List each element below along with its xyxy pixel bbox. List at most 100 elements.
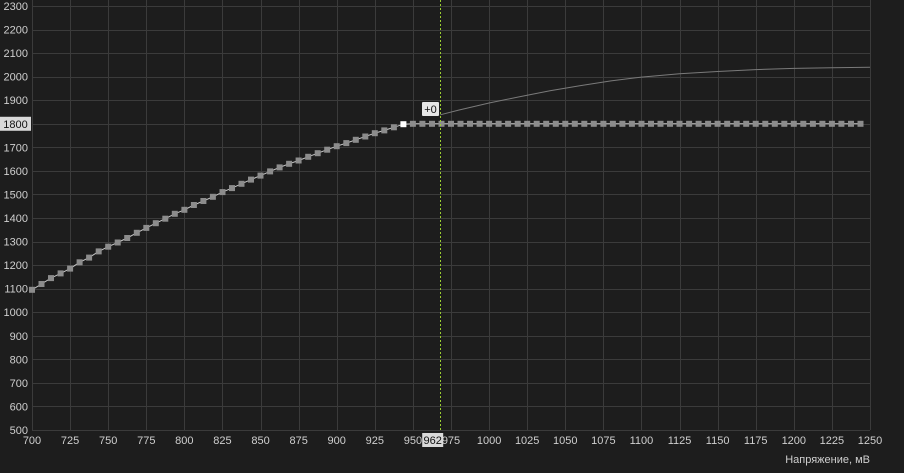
curve-point [67,265,74,272]
curve-point [400,121,407,128]
curve-point [467,120,473,127]
curve-point [714,120,721,127]
x-tick-label: 1050 [553,435,577,447]
x-tick-label: 1000 [477,435,501,447]
x-tick-label: 750 [99,435,117,447]
curve-point [809,120,816,127]
x-tick-label: 850 [251,435,269,447]
curve-point [390,124,397,131]
curve-point [819,120,826,127]
y-tick-label: 600 [10,401,28,413]
voltage-frequency-chart[interactable]: 700 725 750 775 800 825 850 875 900 925 950 975 1000… [0,0,904,468]
curve-point [76,259,83,266]
curve-point [800,120,807,127]
curve-point [571,120,578,127]
curve-point [743,120,750,127]
voltage-frequency-curve-editor[interactable]: 700 725 750 775 800 825 850 875 900 925 950 975 1000… [0,0,904,468]
curve-point [638,120,645,127]
y-tick-label: 2100 [4,48,28,60]
curve-point [181,206,188,213]
curve-point [695,120,702,127]
x-tick-label: 1125 [668,435,692,447]
curve-point [429,120,435,127]
curve-point [657,120,664,127]
curve-point [752,120,759,127]
curve-point [781,120,788,127]
curve-point [48,275,54,282]
x-tick-label: 1250 [858,435,882,447]
curve-point [57,270,64,277]
curve-point [667,120,673,127]
curve-point [362,133,369,140]
highlighted-y-label: 1800 [3,119,27,131]
curve-point [314,150,321,157]
curve-point [524,120,531,127]
curve-point [324,146,331,153]
y-tick-label: 1900 [4,95,28,107]
curve-point [95,248,102,255]
x-tick-label: 925 [366,435,384,447]
x-tick-label: 875 [289,435,307,447]
curve-point [286,160,293,167]
curve-point [305,153,312,160]
curve-point [600,120,607,127]
highlighted-x-label: 962 [424,435,442,447]
curve-point [590,120,597,127]
x-axis-title: Напряжение, мВ [785,454,870,466]
curve-point [171,210,178,217]
curve-point [200,198,207,204]
y-tick-label: 900 [10,331,28,343]
curve-point [486,120,493,127]
curve-point [476,120,483,127]
x-tick-label: 950 [404,435,422,447]
curve-point [343,140,350,147]
x-tick-label: 1225 [820,435,844,447]
curve-point [219,189,226,196]
curve-point [409,120,416,127]
y-tick-label: 1500 [4,189,28,201]
x-tick-label: 1100 [630,435,654,447]
curve-point [457,120,464,127]
x-tick-label: 975 [442,435,460,447]
curve-point [162,215,169,222]
curve-point [762,120,769,127]
y-tick-label: 1300 [4,237,28,249]
curve-point [705,120,712,127]
y-tick-label: 1400 [4,213,28,225]
y-tick-label: 1700 [4,142,28,154]
x-tick-label: 1150 [706,435,730,447]
x-tick-label: 825 [213,435,231,447]
curve-point [533,120,540,127]
curve-point [29,286,35,293]
curve-point [352,136,359,143]
curve-point [676,120,683,127]
curve-point [828,120,835,127]
curve-point [371,130,378,137]
curve-point [771,120,778,127]
curve-point [133,229,140,236]
y-tick-label: 2200 [4,25,28,37]
y-tick-label: 500 [10,425,28,437]
y-tick-label: 1100 [4,284,28,296]
y-tick-label: 800 [10,354,28,366]
curve-point [790,120,797,127]
curve-point [733,120,740,127]
curve-point [248,176,254,183]
curve-point [276,164,283,171]
curve-point [38,281,45,287]
curve-point [838,120,845,127]
curve-point [114,239,121,246]
x-tick-label: 1200 [782,435,806,447]
curve-point [124,235,131,241]
curve-point [619,120,626,127]
y-tick-label: 1600 [4,166,28,178]
curve-point [562,120,569,127]
y-tick-label: 2000 [4,72,28,84]
curve-point [609,120,616,127]
curve-point [229,185,235,192]
curve-point [543,120,550,127]
curve-point [333,143,340,150]
curve-point [514,120,521,127]
x-tick-label: 725 [61,435,79,447]
curve-point [105,243,112,250]
